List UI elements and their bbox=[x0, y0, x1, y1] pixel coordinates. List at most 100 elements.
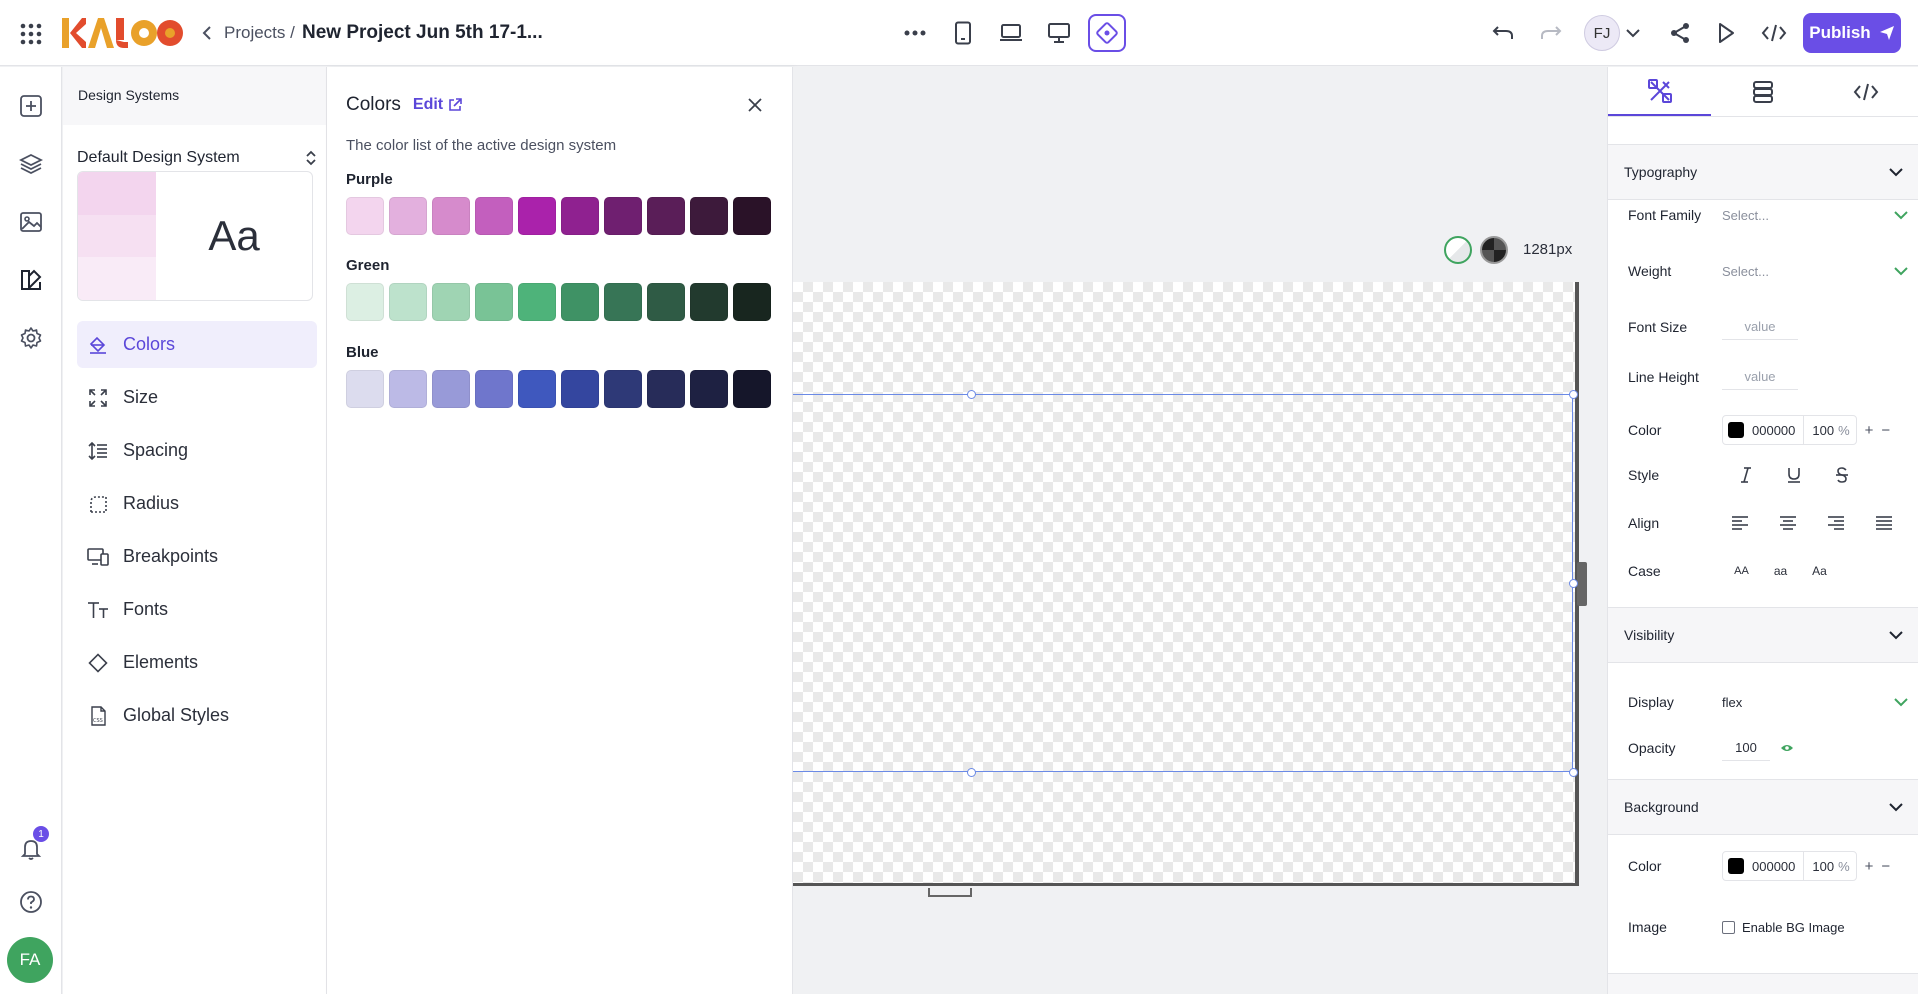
back-chevron-icon[interactable] bbox=[195, 20, 219, 46]
tab-code[interactable] bbox=[1815, 67, 1918, 116]
nav-item-fonts[interactable]: Fonts bbox=[77, 586, 317, 633]
color-swatch[interactable] bbox=[346, 370, 384, 408]
mobile-view-icon[interactable] bbox=[944, 14, 982, 52]
add-icon[interactable]: + bbox=[1865, 422, 1874, 439]
undo-icon[interactable] bbox=[1484, 14, 1522, 52]
media-image-icon[interactable] bbox=[14, 205, 48, 239]
resize-handle-bottom[interactable] bbox=[928, 888, 972, 897]
eye-icon[interactable] bbox=[1780, 743, 1794, 753]
nav-item-global-styles[interactable]: CSS Global Styles bbox=[77, 692, 317, 739]
more-options-icon[interactable] bbox=[896, 14, 934, 52]
bg-color-input[interactable]: 000000 100 % bbox=[1722, 851, 1857, 881]
laptop-view-icon[interactable] bbox=[992, 14, 1030, 52]
nav-item-colors[interactable]: Colors bbox=[77, 321, 317, 368]
text-color-opacity[interactable]: 100 % bbox=[1803, 416, 1855, 444]
color-swatch[interactable] bbox=[432, 370, 470, 408]
font-family-select[interactable]: Select... bbox=[1722, 208, 1908, 223]
color-swatch[interactable] bbox=[604, 197, 642, 235]
close-icon[interactable] bbox=[739, 89, 771, 121]
color-swatch[interactable] bbox=[346, 197, 384, 235]
edit-colors-link[interactable]: Edit bbox=[413, 96, 462, 114]
nav-item-elements[interactable]: Elements bbox=[77, 639, 317, 686]
publish-button[interactable]: Publish bbox=[1803, 13, 1901, 53]
add-icon[interactable]: + bbox=[1865, 858, 1874, 875]
color-swatch[interactable] bbox=[690, 283, 728, 321]
desktop-view-icon[interactable] bbox=[1040, 14, 1078, 52]
visibility-section-header[interactable]: Visibility bbox=[1608, 607, 1918, 663]
color-swatch[interactable] bbox=[561, 283, 599, 321]
project-title[interactable]: New Project Jun 5th 17-1... bbox=[302, 22, 543, 44]
user-avatar[interactable]: FJ bbox=[1584, 15, 1620, 51]
color-swatch[interactable] bbox=[432, 197, 470, 235]
enable-bg-image-toggle[interactable]: Enable BG Image bbox=[1722, 920, 1845, 935]
nav-item-spacing[interactable]: Spacing bbox=[77, 427, 317, 474]
apps-grid-icon[interactable] bbox=[14, 17, 48, 51]
typography-section-header[interactable]: Typography bbox=[1608, 144, 1918, 200]
color-swatch[interactable] bbox=[690, 197, 728, 235]
color-swatch[interactable] bbox=[733, 370, 771, 408]
enable-bg-image-checkbox[interactable] bbox=[1722, 920, 1735, 934]
color-swatch[interactable] bbox=[518, 197, 556, 235]
nav-item-size[interactable]: Size bbox=[77, 374, 317, 421]
share-icon[interactable] bbox=[1661, 14, 1699, 52]
color-swatch[interactable] bbox=[604, 283, 642, 321]
lowercase-option[interactable]: aa bbox=[1761, 564, 1800, 578]
align-justify-icon[interactable] bbox=[1860, 516, 1908, 530]
opacity-input[interactable]: 100 bbox=[1722, 735, 1770, 761]
notifications-bell-icon[interactable]: 1 bbox=[14, 826, 49, 866]
design-system-icon[interactable] bbox=[14, 263, 48, 297]
selection-handle[interactable] bbox=[967, 768, 976, 777]
color-swatch[interactable] bbox=[647, 370, 685, 408]
color-swatch[interactable] bbox=[475, 283, 513, 321]
display-select[interactable]: flex bbox=[1722, 695, 1908, 710]
uppercase-option[interactable]: AA bbox=[1722, 564, 1761, 578]
color-swatch[interactable] bbox=[389, 197, 427, 235]
selection-handle[interactable] bbox=[967, 390, 976, 399]
design-mode-icon[interactable] bbox=[1088, 14, 1126, 52]
help-icon[interactable] bbox=[14, 885, 48, 919]
remove-icon[interactable]: − bbox=[1881, 422, 1890, 439]
account-avatar[interactable]: FA bbox=[7, 937, 53, 983]
align-left-icon[interactable] bbox=[1716, 516, 1764, 530]
breadcrumb-projects[interactable]: Projects / bbox=[224, 23, 295, 43]
color-swatch[interactable] bbox=[475, 370, 513, 408]
code-icon[interactable] bbox=[1755, 14, 1793, 52]
color-swatch[interactable] bbox=[647, 197, 685, 235]
color-chip[interactable] bbox=[1728, 422, 1744, 438]
italic-icon[interactable] bbox=[1722, 467, 1770, 483]
text-color-input[interactable]: 000000 100 % bbox=[1722, 415, 1857, 445]
kajoo-logo[interactable] bbox=[62, 18, 184, 48]
align-right-icon[interactable] bbox=[1812, 516, 1860, 530]
tab-design[interactable] bbox=[1608, 67, 1712, 116]
line-height-input[interactable]: value bbox=[1722, 364, 1798, 390]
weight-select[interactable]: Select... bbox=[1722, 264, 1908, 279]
color-swatch[interactable] bbox=[561, 370, 599, 408]
strikethrough-icon[interactable] bbox=[1818, 467, 1866, 483]
color-swatch[interactable] bbox=[518, 283, 556, 321]
dark-theme-icon[interactable] bbox=[1480, 236, 1508, 264]
color-swatch[interactable] bbox=[647, 283, 685, 321]
light-theme-icon[interactable] bbox=[1444, 236, 1472, 264]
align-center-icon[interactable] bbox=[1764, 516, 1812, 530]
settings-gear-icon[interactable] bbox=[14, 321, 48, 355]
redo-icon[interactable] bbox=[1532, 14, 1570, 52]
selection-handle[interactable] bbox=[1569, 579, 1578, 588]
color-swatch[interactable] bbox=[346, 283, 384, 321]
layers-icon[interactable] bbox=[14, 147, 48, 181]
color-swatch[interactable] bbox=[518, 370, 556, 408]
titlecase-option[interactable]: Aa bbox=[1800, 564, 1839, 578]
bg-color-opacity[interactable]: 100 % bbox=[1803, 852, 1855, 880]
color-swatch[interactable] bbox=[389, 370, 427, 408]
color-swatch[interactable] bbox=[561, 197, 599, 235]
color-chip[interactable] bbox=[1728, 858, 1744, 874]
underline-icon[interactable] bbox=[1770, 467, 1818, 483]
remove-icon[interactable]: − bbox=[1881, 858, 1890, 875]
color-swatch[interactable] bbox=[475, 197, 513, 235]
color-swatch[interactable] bbox=[389, 283, 427, 321]
background-section-header[interactable]: Background bbox=[1608, 779, 1918, 835]
user-menu-chevron-icon[interactable] bbox=[1623, 22, 1643, 44]
color-swatch[interactable] bbox=[733, 283, 771, 321]
color-swatch[interactable] bbox=[432, 283, 470, 321]
design-system-select[interactable]: Default Design System bbox=[77, 143, 317, 173]
selection-handle[interactable] bbox=[1569, 390, 1578, 399]
